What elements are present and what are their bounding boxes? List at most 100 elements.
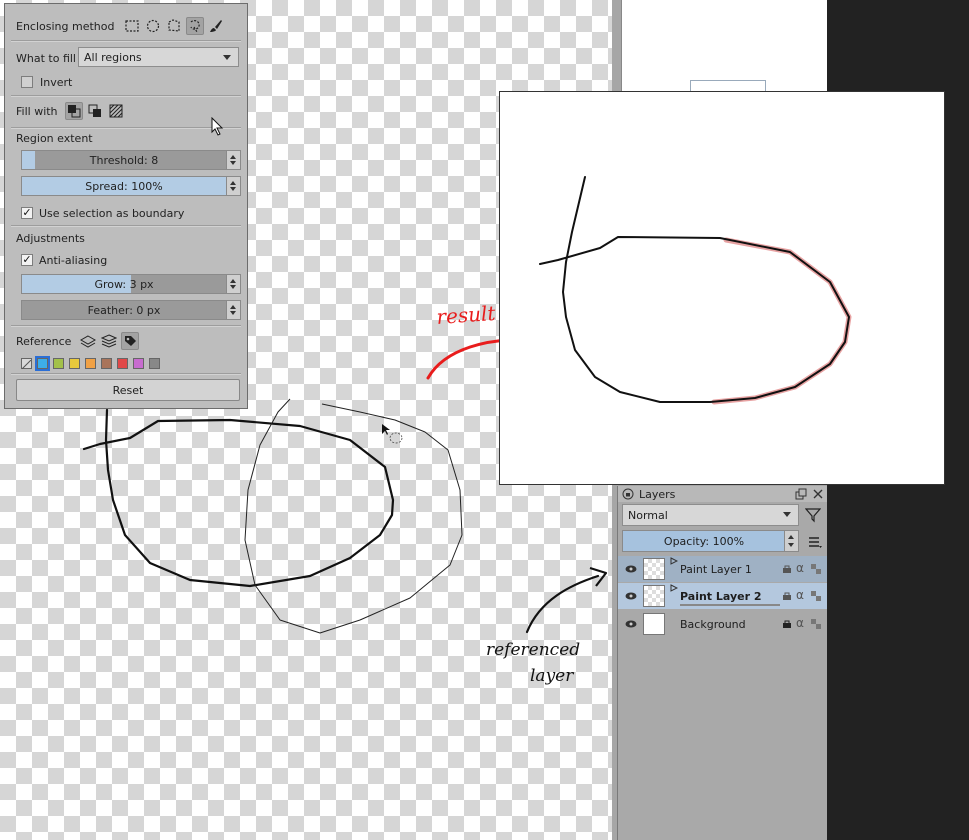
region-extent-label: Region extent xyxy=(16,131,93,145)
reset-button[interactable]: Reset xyxy=(16,379,240,401)
layer-name: Paint Layer 2 xyxy=(680,589,762,603)
result-annotation: result xyxy=(436,301,497,329)
what-to-fill-value: All regions xyxy=(84,50,142,64)
reference-all-layers-icon[interactable] xyxy=(100,332,118,350)
inherit-alpha-icon[interactable] xyxy=(811,619,821,629)
layer-row-paint-layer-1[interactable]: Paint Layer 1 α xyxy=(618,556,827,582)
brush-cursor-outline xyxy=(389,432,403,444)
opacity-spinner[interactable] xyxy=(784,531,798,551)
divider xyxy=(11,127,241,129)
color-label-yellow[interactable] xyxy=(69,357,80,369)
reference-label: Reference xyxy=(16,334,72,348)
ellipse-select-icon[interactable] xyxy=(144,17,162,35)
menu-icon[interactable] xyxy=(807,535,823,551)
color-label-brown[interactable] xyxy=(101,357,112,369)
threshold-slider[interactable]: Threshold: 8 xyxy=(21,150,241,170)
divider xyxy=(11,95,241,97)
layers-docker: Layers Normal Opacity: 100% Paint Layer … xyxy=(617,486,827,840)
feather-slider-label: Feather: 0 px xyxy=(87,303,161,317)
referenced-annotation-line1: referenced xyxy=(486,640,580,660)
rectangle-select-icon[interactable] xyxy=(123,17,141,35)
anti-aliasing-checkbox[interactable]: ✓ xyxy=(21,254,33,266)
layer-thumbnail xyxy=(643,613,665,635)
layer-row-background[interactable]: Background α xyxy=(618,611,827,637)
lock-icon[interactable] xyxy=(782,619,792,629)
alpha-lock-icon[interactable]: α xyxy=(796,561,804,575)
filter-icon[interactable] xyxy=(805,507,821,523)
alpha-lock-icon[interactable]: α xyxy=(796,588,804,602)
color-label-red[interactable] xyxy=(117,357,128,369)
fill-foreground-color-icon[interactable] xyxy=(64,102,83,120)
blend-mode-dropdown[interactable]: Normal xyxy=(622,504,799,526)
overview-panel xyxy=(621,0,827,18)
color-label-blue[interactable] xyxy=(35,355,50,371)
inherit-alpha-icon[interactable] xyxy=(811,591,821,601)
layer-row-paint-layer-2[interactable]: Paint Layer 2 α xyxy=(618,583,827,609)
polygon-select-icon[interactable] xyxy=(165,17,183,35)
what-to-fill-label: What to fill xyxy=(16,51,76,65)
color-label-bar xyxy=(680,604,780,606)
eye-icon[interactable] xyxy=(625,565,637,573)
brush-select-icon[interactable] xyxy=(207,17,225,35)
fill-background-color-icon[interactable] xyxy=(86,102,104,120)
inherit-alpha-icon[interactable] xyxy=(811,564,821,574)
referenced-annotation-line2: layer xyxy=(530,666,574,686)
invert-label: Invert xyxy=(40,75,73,89)
stroke-reference-loop xyxy=(244,398,463,634)
blend-mode-value: Normal xyxy=(628,508,668,522)
color-label-orange[interactable] xyxy=(85,357,96,369)
layer-thumbnail xyxy=(643,558,665,580)
enclosing-method-row: Enclosing method xyxy=(5,16,247,36)
overview-viewport-frame xyxy=(690,80,766,91)
invert-checkbox[interactable] xyxy=(21,76,33,88)
float-docker-icon[interactable] xyxy=(795,488,807,500)
arrow-pointer-icon xyxy=(382,424,390,435)
eye-icon[interactable] xyxy=(625,620,637,628)
anti-aliasing-label: Anti-aliasing xyxy=(39,253,108,267)
lock-icon[interactable] xyxy=(782,564,792,574)
opacity-slider[interactable]: Opacity: 100% xyxy=(622,530,799,552)
color-label-gray[interactable] xyxy=(149,357,160,369)
grow-spinner[interactable] xyxy=(226,275,240,293)
color-label-none[interactable] xyxy=(21,357,32,369)
color-label-green[interactable] xyxy=(53,357,64,369)
lock-icon[interactable] xyxy=(782,591,792,601)
enclosing-method-label: Enclosing method xyxy=(16,19,115,33)
reference-current-layer-icon[interactable] xyxy=(79,332,97,350)
divider xyxy=(11,40,241,42)
result-black-loop xyxy=(539,176,850,403)
reference-color-labeled-layers-icon[interactable] xyxy=(121,332,140,350)
chevron-down-icon xyxy=(783,512,791,517)
feather-spinner[interactable] xyxy=(226,301,240,319)
close-icon[interactable] xyxy=(812,488,824,500)
use-selection-label: Use selection as boundary xyxy=(39,206,185,220)
eye-icon[interactable] xyxy=(625,592,637,600)
fill-pattern-icon[interactable] xyxy=(107,102,125,120)
layers-docker-header: Layers xyxy=(618,486,827,502)
divider xyxy=(11,373,241,375)
feather-slider[interactable]: Feather: 0 px xyxy=(21,300,241,320)
stroke-black-loop xyxy=(82,408,395,588)
reference-color-labels xyxy=(5,355,247,371)
what-to-fill-dropdown[interactable]: All regions xyxy=(78,47,239,67)
spread-slider[interactable]: Spread: 100% xyxy=(21,176,241,196)
threshold-spinner[interactable] xyxy=(226,151,240,169)
grow-slider-label: Grow: 3 px xyxy=(94,277,154,291)
result-drawing xyxy=(539,176,852,405)
color-label-purple[interactable] xyxy=(133,357,144,369)
lock-docker-icon[interactable] xyxy=(622,488,634,500)
fill-tool-options-panel: Enclosing method What to fill All region… xyxy=(4,3,248,409)
chevron-down-icon xyxy=(223,55,231,60)
layer-name: Paint Layer 1 xyxy=(680,562,752,576)
use-selection-checkbox[interactable]: ✓ xyxy=(21,207,33,219)
result-red-fill xyxy=(711,237,852,405)
layers-title: Layers xyxy=(639,487,676,501)
grow-slider[interactable]: Grow: 3 px xyxy=(21,274,241,294)
lasso-select-icon[interactable] xyxy=(186,17,205,35)
fill-with-label: Fill with xyxy=(16,104,58,118)
alpha-lock-icon[interactable]: α xyxy=(796,616,804,630)
divider xyxy=(11,225,241,227)
mouse-cursor-icon xyxy=(211,117,224,136)
spread-spinner[interactable] xyxy=(226,177,240,195)
adjustments-header: Adjustments xyxy=(5,230,247,246)
